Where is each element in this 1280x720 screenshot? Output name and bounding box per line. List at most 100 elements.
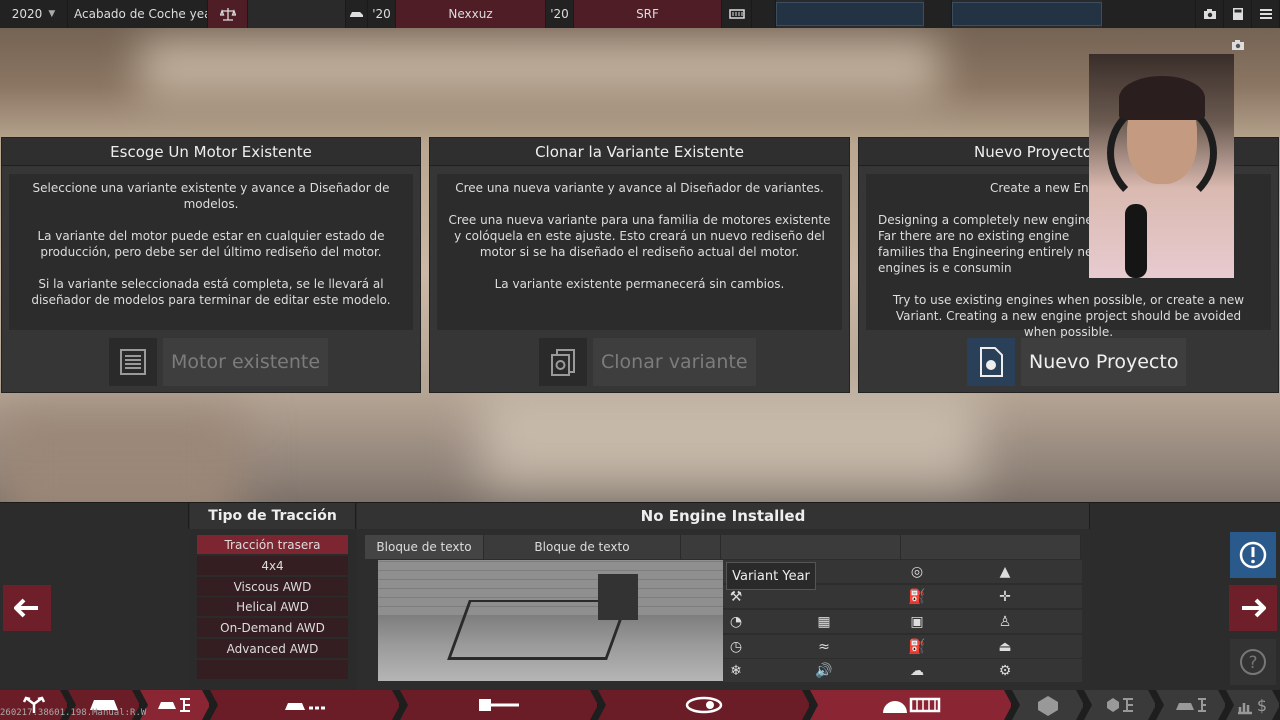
model-year: '20 (368, 0, 396, 28)
engineer-icon: ♙ (998, 614, 1012, 630)
nav-chassis[interactable] (140, 690, 210, 720)
clone-variant-panel: Clonar la Variante Existente Cree una nu… (429, 137, 850, 393)
bottom-header-spacer (1090, 503, 1280, 529)
chevron-down-icon: ▼ (48, 9, 56, 19)
speaker-icon: 🔊 (815, 663, 833, 679)
trim-name[interactable]: SRF (574, 0, 722, 28)
tab-text-block-2[interactable]: Bloque de texto (484, 535, 681, 559)
panel-paragraph: La variante del motor puede estar en cua… (37, 229, 385, 259)
panel-description: Cree una nueva variante y avance al Dise… (437, 174, 842, 330)
top-spacer (924, 0, 952, 28)
bottom-header-spacer (0, 503, 189, 529)
traction-item[interactable]: 4x4 (197, 556, 348, 575)
tire-icon (684, 696, 724, 714)
next-button[interactable] (1229, 585, 1277, 631)
traction-item[interactable]: Tracción trasera (197, 535, 348, 554)
tab-empty (721, 535, 901, 559)
top-bar: 2020 ▼ Acabado de Coche year '20 Nexxuz … (0, 0, 1280, 28)
blur-shape (140, 38, 940, 98)
panel-paragraph: Try to use existing engines when possibl… (892, 293, 1245, 339)
existing-engine-panel: Escoge Un Motor Existente Seleccione una… (1, 137, 421, 393)
nav-engine[interactable] (810, 690, 1012, 720)
torque-icon: ≈ (818, 639, 830, 655)
blur-shape (480, 388, 980, 488)
clone-variant-label: Clonar variante (593, 338, 756, 386)
help-button[interactable]: ? (1230, 639, 1276, 685)
nav-drivetrain[interactable] (1084, 690, 1156, 720)
camera-icon[interactable] (1196, 0, 1224, 28)
new-engine-document-icon (967, 338, 1015, 386)
traction-item[interactable]: On-Demand AWD (197, 618, 348, 637)
new-project-button[interactable]: Nuevo Proyecto (967, 338, 1187, 386)
model-name[interactable]: Nexxuz (396, 0, 546, 28)
gauge-icon: ◔ (729, 614, 743, 630)
panel-paragraph: Seleccione una variante existente y avan… (32, 181, 390, 211)
piston-icon: ▲ (999, 564, 1011, 580)
factory-icon: ⏏ (998, 639, 1012, 655)
panel-title: Escoge Un Motor Existente (2, 138, 420, 166)
snowflake-icon: ❄ (730, 663, 742, 679)
warning-button[interactable] (1230, 532, 1276, 578)
nav-testing[interactable] (1156, 690, 1226, 720)
tab-empty (901, 535, 1081, 559)
exclamation-icon (1239, 541, 1267, 569)
engine-section: Bloque de texto Bloque de texto ◎ ▲ ⚒ ⛽ … (357, 530, 1090, 691)
panel-description: Seleccione una variante existente y avan… (9, 174, 413, 330)
nav-market[interactable]: $ (1226, 690, 1280, 720)
trim-label: Acabado de Coche year (68, 0, 208, 28)
previous-button[interactable] (3, 585, 51, 631)
machine-shape (598, 574, 638, 620)
cap-shape (1119, 76, 1205, 120)
car-stats-icon (1174, 695, 1208, 715)
year-dropdown[interactable]: 2020 ▼ (0, 0, 68, 28)
fuel-can-icon: ▣ (910, 614, 924, 630)
panel-paragraph: Designing a completely new engine Far th… (878, 213, 1103, 275)
engine-preview-image (378, 560, 723, 681)
question-icon: ? (1240, 649, 1266, 675)
traction-item-empty (197, 660, 348, 679)
traction-item[interactable]: Advanced AWD (197, 639, 348, 658)
nav-tires[interactable] (598, 690, 810, 720)
clone-variant-button[interactable]: Clonar variante (539, 338, 756, 386)
engine-slot-1[interactable] (776, 2, 924, 26)
scale-icon[interactable] (208, 0, 248, 28)
arrow-right-icon (1242, 598, 1266, 618)
webcam-overlay (1089, 54, 1234, 278)
pump-icon: ⛽ (908, 639, 926, 655)
existing-engine-button[interactable]: Motor existente (109, 338, 329, 386)
trim-year: '20 (546, 0, 574, 28)
panel-paragraph: Cree una nueva variante y avance al Dise… (455, 181, 824, 195)
top-spacer (752, 0, 776, 28)
drivetrain-tree-icon (1103, 695, 1137, 715)
tab-text-block-1[interactable]: Bloque de texto (365, 535, 484, 559)
gear-icon: ⚙ (998, 663, 1012, 679)
nav-engine-design[interactable] (1012, 690, 1084, 720)
bottom-navigation: $ (0, 690, 1280, 720)
panel-paragraph: La variante existente permanecerá sin ca… (494, 277, 785, 291)
menu-icon[interactable] (1252, 0, 1280, 28)
fuel-pump-icon: ⛽ (908, 589, 926, 605)
traction-item[interactable]: Viscous AWD (197, 577, 348, 596)
svg-text:?: ? (1248, 653, 1257, 673)
radiator-icon: ▦ (817, 614, 831, 630)
chassis-tree-icon (156, 695, 194, 715)
traction-item[interactable]: Helical AWD (197, 597, 348, 616)
timer-icon: ◷ (729, 639, 743, 655)
emissions-icon: ☁ (910, 663, 924, 679)
suspension-icon (477, 696, 521, 714)
nav-suspension[interactable] (400, 690, 598, 720)
engine-slot-2[interactable] (952, 2, 1102, 26)
calculator-icon[interactable] (1224, 0, 1252, 28)
variant-year-tooltip: Variant Year (726, 562, 816, 590)
svg-text:$: $ (1256, 696, 1266, 715)
microphone-shape (1125, 204, 1147, 278)
engine-block-gear-icon (1034, 694, 1062, 716)
nav-trim[interactable] (210, 690, 400, 720)
panel-title: Clonar la Variante Existente (430, 138, 849, 166)
year-value: 2020 (11, 7, 43, 21)
screenshot-icon[interactable] (1228, 36, 1248, 54)
build-id: 260217.38601.198.Manual:R.W (0, 708, 147, 718)
crosshair-icon: ✛ (999, 589, 1011, 605)
car-icon (346, 0, 368, 28)
car-trim-icon (283, 698, 327, 712)
